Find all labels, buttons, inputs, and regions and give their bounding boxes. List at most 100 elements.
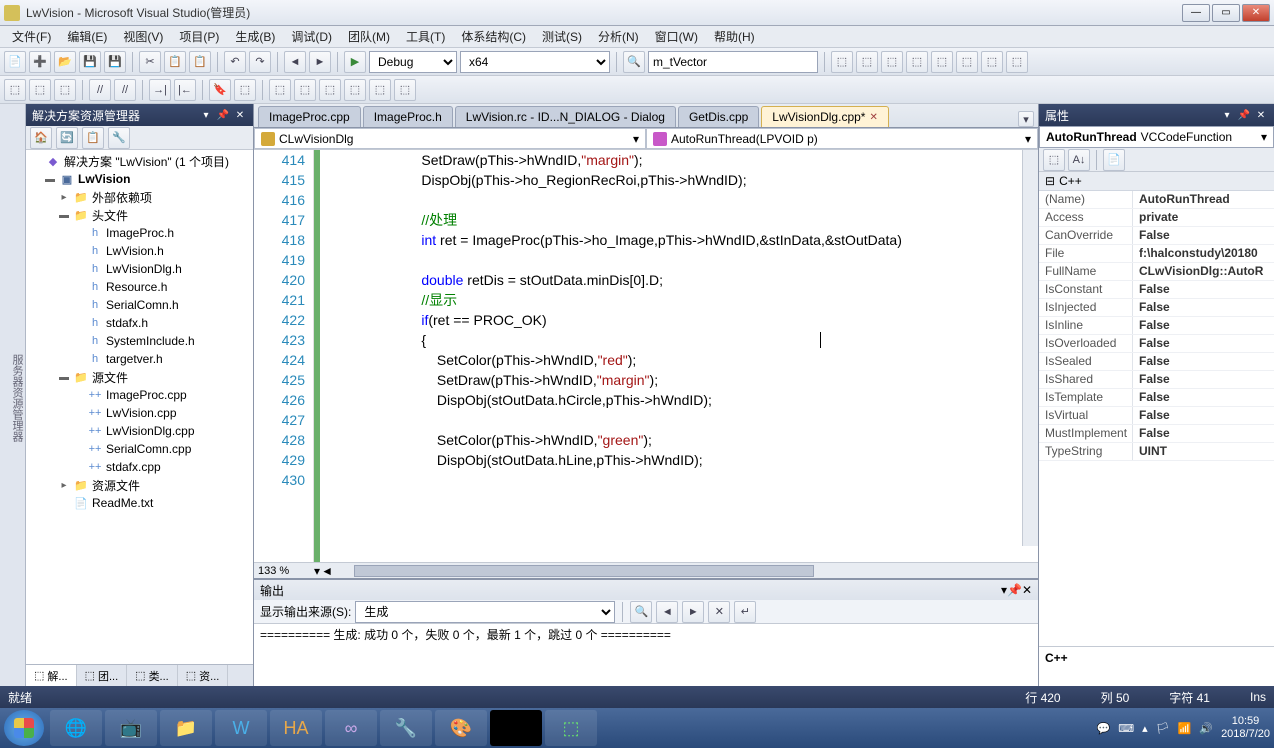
nav-back-button[interactable]: ◄ — [284, 51, 306, 73]
prop-pages-button[interactable]: 📄 — [1103, 149, 1125, 171]
panel-dropdown-icon[interactable]: ▾ — [199, 108, 213, 122]
prop-row[interactable]: IsConstantFalse — [1039, 281, 1274, 299]
task-ha[interactable]: HA — [270, 710, 322, 746]
menu-体系结构(C)[interactable]: 体系结构(C) — [453, 26, 534, 47]
start-button[interactable]: ▶ — [344, 51, 366, 73]
task-app4[interactable]: ⬚ — [545, 710, 597, 746]
prop-categorized-button[interactable]: ⬚ — [1043, 149, 1065, 171]
doc-tab[interactable]: GetDis.cpp — [678, 106, 759, 127]
save-all-button[interactable]: 💾 — [104, 51, 126, 73]
prop-row[interactable]: FullNameCLwVisionDlg::AutoR — [1039, 263, 1274, 281]
sol-showall-button[interactable]: 📋 — [82, 127, 104, 149]
paste-button[interactable]: 📋 — [189, 51, 211, 73]
menu-窗口(W)[interactable]: 窗口(W) — [647, 26, 706, 47]
doc-tab[interactable]: ImageProc.cpp — [258, 106, 361, 127]
solution-tree[interactable]: ◆解决方案 "LwVision" (1 个项目)▬▣LwVision▸📁外部依赖… — [26, 150, 253, 664]
menu-测试(S)[interactable]: 测试(S) — [534, 26, 590, 47]
undo-button[interactable]: ↶ — [224, 51, 246, 73]
tree-item[interactable]: hSystemInclude.h — [26, 332, 253, 350]
panel-pin-icon[interactable]: 📌 — [216, 108, 230, 122]
prop-row[interactable]: MustImplementFalse — [1039, 425, 1274, 443]
config-select[interactable]: Debug — [369, 51, 457, 73]
prop-row[interactable]: IsSealedFalse — [1039, 353, 1274, 371]
bottom-tab[interactable]: ⬚解... — [26, 665, 77, 686]
tree-item[interactable]: ▬📁源文件 — [26, 368, 253, 386]
output-find-button[interactable]: 🔍 — [630, 601, 652, 623]
doc-tab[interactable]: LwVision.rc - ID...N_DIALOG - Dialog — [455, 106, 676, 127]
task-app1[interactable]: 📺 — [105, 710, 157, 746]
tree-item[interactable]: hSerialComn.h — [26, 296, 253, 314]
code-lines[interactable]: SetDraw(pThis->hWndID,"margin"); DispObj… — [320, 150, 1038, 562]
prop-row[interactable]: TypeStringUINT — [1039, 443, 1274, 461]
h-scroll-thumb[interactable] — [354, 565, 814, 577]
output-clear-button[interactable]: ✕ — [708, 601, 730, 623]
tb-btn-c[interactable]: ⬚ — [881, 51, 903, 73]
open-button[interactable]: 📂 — [54, 51, 76, 73]
tree-item[interactable]: ▸📁外部依赖项 — [26, 188, 253, 206]
tree-item[interactable]: ▬📁头文件 — [26, 206, 253, 224]
tree-item[interactable]: hLwVisionDlg.h — [26, 260, 253, 278]
copy-button[interactable]: 📋 — [164, 51, 186, 73]
menu-调试(D)[interactable]: 调试(D) — [283, 26, 340, 47]
zoom-level[interactable]: 133 % — [254, 565, 314, 577]
system-tray[interactable]: 💬 ⌨ ▴ 🏳 📶 🔊 10:59 2018/7/20 — [1097, 715, 1270, 741]
tree-item[interactable]: ++LwVisionDlg.cpp — [26, 422, 253, 440]
tray-notification-icon[interactable]: 💬 — [1097, 722, 1111, 735]
cut-button[interactable]: ✂ — [139, 51, 161, 73]
output-source-select[interactable]: 生成 — [355, 601, 615, 623]
tray-network-icon[interactable]: 📶 — [1178, 722, 1192, 735]
tree-item[interactable]: hImageProc.h — [26, 224, 253, 242]
tb-btn-b[interactable]: ⬚ — [856, 51, 878, 73]
tree-item[interactable]: ++stdafx.cpp — [26, 458, 253, 476]
tb2-d[interactable]: ⬚ — [234, 79, 256, 101]
task-vs[interactable]: ∞ — [325, 710, 377, 746]
tb-btn-a[interactable]: ⬚ — [831, 51, 853, 73]
tree-item[interactable]: ◆解决方案 "LwVision" (1 个项目) — [26, 152, 253, 170]
prop-row[interactable]: Accessprivate — [1039, 209, 1274, 227]
close-button[interactable]: ✕ — [1242, 4, 1270, 22]
horizontal-scrollbar[interactable]: 133 %▾ ◄ — [254, 562, 1038, 578]
tb2-h[interactable]: ⬚ — [344, 79, 366, 101]
task-wps[interactable]: W — [215, 710, 267, 746]
redo-button[interactable]: ↷ — [249, 51, 271, 73]
output-wrap-button[interactable]: ↵ — [734, 601, 756, 623]
doctabs-dropdown-icon[interactable]: ▾ — [1018, 111, 1034, 127]
menu-团队(M)[interactable]: 团队(M) — [340, 26, 398, 47]
output-text[interactable]: ========== 生成: 成功 0 个，失败 0 个，最新 1 个，跳过 0… — [254, 624, 1038, 686]
menu-生成(B)[interactable]: 生成(B) — [227, 26, 283, 47]
prop-row[interactable]: IsTemplateFalse — [1039, 389, 1274, 407]
toolbox-tab[interactable]: 工具箱 — [0, 382, 1, 415]
prop-pin-icon[interactable]: 📌 — [1237, 108, 1251, 122]
menu-编辑(E)[interactable]: 编辑(E) — [59, 26, 115, 47]
bottom-tab[interactable]: ⬚类... — [127, 665, 178, 686]
tray-flag-icon[interactable]: 🏳 — [1156, 722, 1170, 735]
output-next-button[interactable]: ► — [682, 601, 704, 623]
sol-home-button[interactable]: 🏠 — [30, 127, 52, 149]
tray-arrow-icon[interactable]: ▴ — [1142, 722, 1148, 735]
tb2-c[interactable]: ⬚ — [54, 79, 76, 101]
minimize-button[interactable]: — — [1182, 4, 1210, 22]
prop-row[interactable]: (Name)AutoRunThread — [1039, 191, 1274, 209]
left-dock-strip[interactable]: 服务器资源管理器 工具箱 — [0, 104, 26, 686]
task-app3[interactable]: ✦ — [490, 710, 542, 746]
sol-refresh-button[interactable]: 🔄 — [56, 127, 78, 149]
sol-properties-button[interactable]: 🔧 — [108, 127, 130, 149]
uncomment-button[interactable]: // — [114, 79, 136, 101]
tree-item[interactable]: ▸📁资源文件 — [26, 476, 253, 494]
task-app2[interactable]: 🔧 — [380, 710, 432, 746]
doc-tab[interactable]: LwVisionDlg.cpp*✕ — [761, 106, 889, 127]
tb-btn-g[interactable]: ⬚ — [981, 51, 1003, 73]
tb2-a[interactable]: ⬚ — [4, 79, 26, 101]
indent-button[interactable]: →| — [149, 79, 171, 101]
tab-close-icon[interactable]: ✕ — [869, 112, 877, 123]
outdent-button[interactable]: |← — [174, 79, 196, 101]
menu-工具(T)[interactable]: 工具(T) — [398, 26, 453, 47]
prop-row[interactable]: IsVirtualFalse — [1039, 407, 1274, 425]
properties-object-select[interactable]: AutoRunThreadVCCodeFunction▾ — [1039, 126, 1274, 148]
tray-keyboard-icon[interactable]: ⌨ — [1118, 722, 1134, 735]
prop-row[interactable]: IsInlineFalse — [1039, 317, 1274, 335]
save-button[interactable]: 💾 — [79, 51, 101, 73]
tb-btn-e[interactable]: ⬚ — [931, 51, 953, 73]
prop-row[interactable]: IsSharedFalse — [1039, 371, 1274, 389]
bottom-tab[interactable]: ⬚团... — [77, 665, 128, 686]
